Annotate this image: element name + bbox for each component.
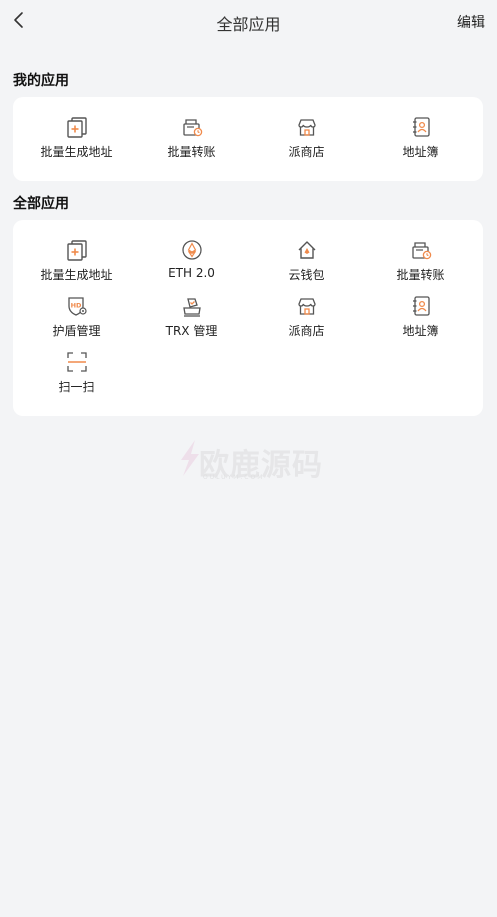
all-app-item[interactable]: TRX 管理 [133, 295, 250, 351]
app-item-label: 派商店 [288, 324, 325, 338]
all-app-item[interactable]: 批量生成地址 [18, 239, 135, 295]
app-item-label: TRX 管理 [165, 324, 218, 338]
app-item-label: 地址簿 [402, 324, 439, 338]
all-app-item[interactable]: ETH 2.0 [133, 239, 250, 295]
batch-transfer-icon [183, 119, 203, 137]
all-app-item[interactable]: 扫一扫 [18, 351, 135, 407]
svg-text:HD: HD [71, 302, 82, 310]
trx-vote-icon [183, 298, 201, 317]
my-apps-card: 批量生成地址 批量转账 派商店 地址簿 [13, 97, 483, 181]
add-document-icon [67, 240, 87, 261]
app-item-label: 云钱包 [288, 268, 325, 282]
app-item-label: 批量生成地址 [40, 268, 113, 282]
edit-button[interactable]: 编辑 [457, 12, 485, 32]
all-app-item[interactable]: 云钱包 [248, 239, 365, 295]
my-app-item[interactable]: 派商店 [248, 116, 365, 172]
address-book-icon [413, 117, 430, 137]
app-item-label: ETH 2.0 [168, 266, 215, 280]
all-apps-card: 批量生成地址 ETH 2.0 云钱包 批量转账 HD 护盾管理 TRX 管理 派商店 地址簿扫一… [13, 220, 483, 416]
page-title: 全部应用 [216, 15, 281, 34]
my-app-item[interactable]: 批量转账 [133, 116, 250, 172]
store-icon [298, 298, 316, 315]
hd-shield-icon: HD [68, 297, 87, 316]
watermark-subtext: OULUYM.COM [203, 474, 265, 481]
app-item-label: 批量转账 [167, 145, 216, 159]
section-title-all-apps: 全部应用 [13, 196, 69, 212]
app-item-label: 扫一扫 [58, 380, 95, 394]
app-item-label: 批量转账 [396, 268, 445, 282]
all-app-item[interactable]: HD 护盾管理 [18, 295, 135, 351]
address-book-icon [413, 296, 430, 316]
top-bar: 全部应用 编辑 [0, 0, 497, 44]
my-app-item[interactable]: 批量生成地址 [18, 116, 135, 172]
app-item-label: 护盾管理 [52, 324, 101, 338]
app-item-label: 地址簿 [402, 145, 439, 159]
cloud-wallet-icon [298, 241, 316, 259]
app-item-label: 批量生成地址 [40, 145, 113, 159]
store-icon [298, 119, 316, 136]
app-item-label: 派商店 [288, 145, 325, 159]
eth-icon [182, 240, 202, 260]
all-app-item[interactable]: 派商店 [248, 295, 365, 351]
scan-icon [67, 352, 87, 372]
all-app-item[interactable]: 地址簿 [362, 295, 479, 351]
my-app-item[interactable]: 地址簿 [362, 116, 479, 172]
all-app-item[interactable]: 批量转账 [362, 239, 479, 295]
add-document-icon [67, 117, 87, 138]
watermark: 欧鹿源码 OULUYM.COM [177, 438, 327, 483]
batch-transfer-icon [412, 242, 432, 260]
section-title-my-apps: 我的应用 [13, 73, 69, 89]
